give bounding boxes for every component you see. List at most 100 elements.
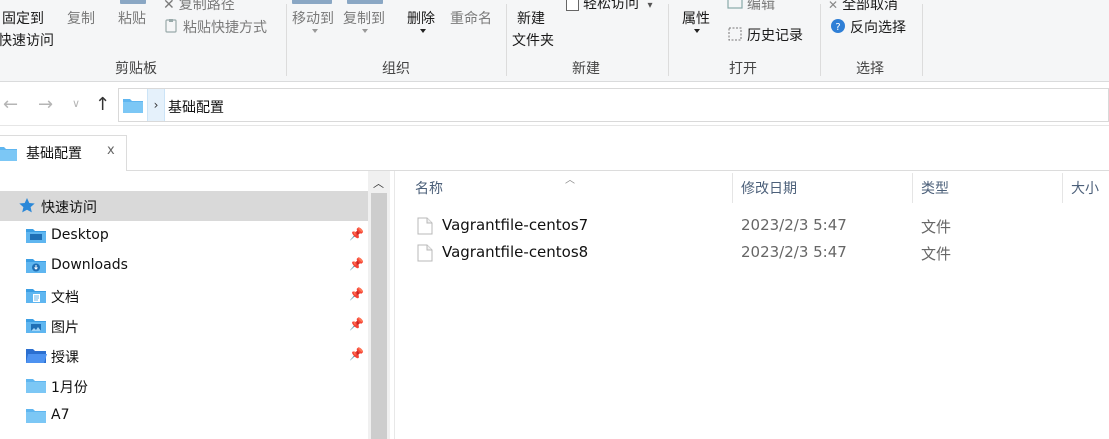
move-to-button[interactable]: 移动到 [292, 0, 334, 28]
copy-to-label: 复制到 [343, 11, 385, 27]
copy-path-button[interactable]: ✕ 复制路径 [163, 0, 235, 14]
column-header-name[interactable]: 名称 [415, 178, 443, 198]
scrollbar-thumb[interactable] [371, 193, 387, 439]
downloads-folder-icon [25, 258, 47, 278]
rename-button[interactable]: 重命名 [450, 8, 492, 28]
tab-folder-icon [0, 145, 18, 166]
paste-button[interactable]: 粘贴 [118, 0, 146, 28]
pin-icon[interactable]: 📌 [349, 347, 364, 361]
navigation-scrollbar[interactable]: ︿ [368, 171, 390, 439]
copy-to-button[interactable]: 复制到 [343, 0, 385, 28]
breadcrumb-chevron-right-icon[interactable]: › [147, 89, 165, 121]
ribbon-divider [668, 4, 669, 76]
edit-label: 编辑 [747, 0, 775, 13]
pin-icon[interactable]: 📌 [349, 257, 364, 271]
recent-locations-chevron-down-icon[interactable]: ∨ [72, 97, 80, 110]
pane-splitter[interactable] [390, 171, 395, 439]
file-list: ︿ 名称 修改日期 类型 大小 Vagrantfile-centos7 2023… [396, 171, 1109, 439]
ribbon-divider [922, 4, 923, 76]
tab-current-folder[interactable]: 基础配置 x [0, 135, 127, 171]
pin-to-quick-access-label-2: 快速访问 [0, 33, 54, 49]
organize-group-label: 组织 [382, 61, 410, 77]
open-group-label: 打开 [729, 61, 757, 77]
move-to-chevron-down-icon [312, 29, 318, 33]
select-none-button[interactable]: ✕ 全部取消 [828, 0, 898, 14]
file-row[interactable]: Vagrantfile-centos8 2023/2/3 5:47 文件 [411, 239, 1109, 265]
invert-selection-button[interactable]: ? 反向选择 [830, 17, 906, 38]
address-bar[interactable]: › 基础配置 [118, 88, 1109, 122]
pictures-folder-icon [25, 318, 47, 338]
nav-item-label: A7 [51, 407, 70, 423]
delete-button[interactable]: 删除 [407, 8, 435, 28]
nav-item-label: 授课 [51, 350, 79, 366]
nav-item-label: 1月份 [51, 380, 88, 396]
column-divider[interactable] [1062, 173, 1063, 203]
documents-folder-icon [25, 288, 47, 308]
file-row[interactable]: Vagrantfile-centos7 2023/2/3 5:47 文件 [411, 212, 1109, 238]
new-folder-label-2: 文件夹 [512, 33, 554, 49]
easy-access-chevron-down-icon: ▾ [647, 0, 653, 11]
nav-item-january[interactable]: 1月份 [0, 371, 368, 401]
ribbon-divider [286, 4, 287, 76]
nav-item-a7[interactable]: A7 [0, 401, 368, 431]
tab-row: 基础配置 x [0, 127, 1109, 171]
paste-icon [120, 0, 146, 4]
file-type: 文件 [921, 245, 952, 263]
ribbon: 固定到 快速访问 复制 粘贴 ✕ 复制路径 粘贴快捷方式 剪贴板 移动到 复制到 … [0, 0, 1109, 82]
svg-text:?: ? [835, 22, 840, 33]
column-divider[interactable] [732, 173, 733, 203]
file-type: 文件 [921, 218, 952, 236]
copy-button[interactable]: 复制 [67, 8, 95, 28]
new-folder-button[interactable]: 新建 文件夹 [512, 8, 554, 50]
tab-close-icon[interactable]: x [107, 143, 115, 158]
back-arrow-icon[interactable]: ← [3, 94, 18, 115]
pin-icon[interactable]: 📌 [349, 317, 364, 331]
copy-path-label: 复制路径 [178, 0, 235, 13]
column-header-modified[interactable]: 修改日期 [741, 178, 797, 198]
nav-item-documents[interactable]: 文档 📌 [0, 281, 368, 311]
nav-item-lectures[interactable]: 授课 📌 [0, 341, 368, 371]
easy-access-icon [566, 0, 579, 11]
easy-access-button[interactable]: 轻松访问 ▾ [566, 0, 652, 13]
breadcrumb-current[interactable]: 基础配置 [168, 97, 224, 117]
copy-label: 复制 [67, 11, 95, 27]
address-folder-icon [122, 97, 144, 118]
pin-icon[interactable]: 📌 [349, 287, 364, 301]
column-header-type[interactable]: 类型 [921, 178, 949, 198]
paste-shortcut-label: 粘贴快捷方式 [183, 20, 267, 36]
invert-selection-label: 反向选择 [850, 20, 906, 36]
nav-item-downloads[interactable]: Downloads 📌 [0, 251, 368, 281]
history-button[interactable]: 历史记录 [727, 25, 803, 46]
up-arrow-icon[interactable]: ↑ [95, 94, 110, 115]
paste-shortcut-button[interactable]: 粘贴快捷方式 [163, 17, 267, 38]
select-group-label: 选择 [856, 61, 884, 77]
forward-arrow-icon[interactable]: → [38, 94, 53, 115]
nav-item-desktop[interactable]: Desktop 📌 [0, 221, 368, 251]
nav-item-quick-access[interactable]: 快速访问 [0, 191, 368, 221]
pin-to-quick-access-button[interactable]: 固定到 快速访问 [0, 8, 54, 50]
rename-label: 重命名 [450, 11, 492, 27]
nav-item-pictures[interactable]: 图片 📌 [0, 311, 368, 341]
navigation-pane: 快速访问 Desktop 📌 Downloads 📌 文档 📌 图片 📌 授课 [0, 171, 390, 439]
ribbon-divider [820, 4, 821, 76]
file-name: Vagrantfile-centos7 [442, 216, 589, 234]
tab-title: 基础配置 [26, 146, 82, 162]
nav-item-label: Desktop [51, 227, 109, 243]
paste-label: 粘贴 [118, 11, 146, 27]
column-divider[interactable] [912, 173, 913, 203]
delete-label: 删除 [407, 11, 435, 27]
copy-to-icon [347, 0, 383, 4]
column-header-size[interactable]: 大小 [1071, 178, 1099, 198]
nav-item-label: 文档 [51, 290, 79, 306]
edit-button[interactable]: 编辑 [727, 0, 775, 14]
select-none-icon: ✕ [828, 0, 839, 12]
scroll-up-chevron-icon[interactable]: ︿ [373, 175, 384, 191]
file-modified: 2023/2/3 5:47 [741, 216, 847, 234]
new-folder-label-1: 新建 [517, 11, 545, 27]
properties-button[interactable]: 属性 [682, 8, 710, 28]
open-folder-icon [25, 348, 47, 368]
history-label: 历史记录 [747, 28, 803, 44]
pin-icon[interactable]: 📌 [349, 227, 364, 241]
paste-shortcut-icon [163, 18, 179, 38]
move-to-label: 移动到 [292, 11, 334, 27]
